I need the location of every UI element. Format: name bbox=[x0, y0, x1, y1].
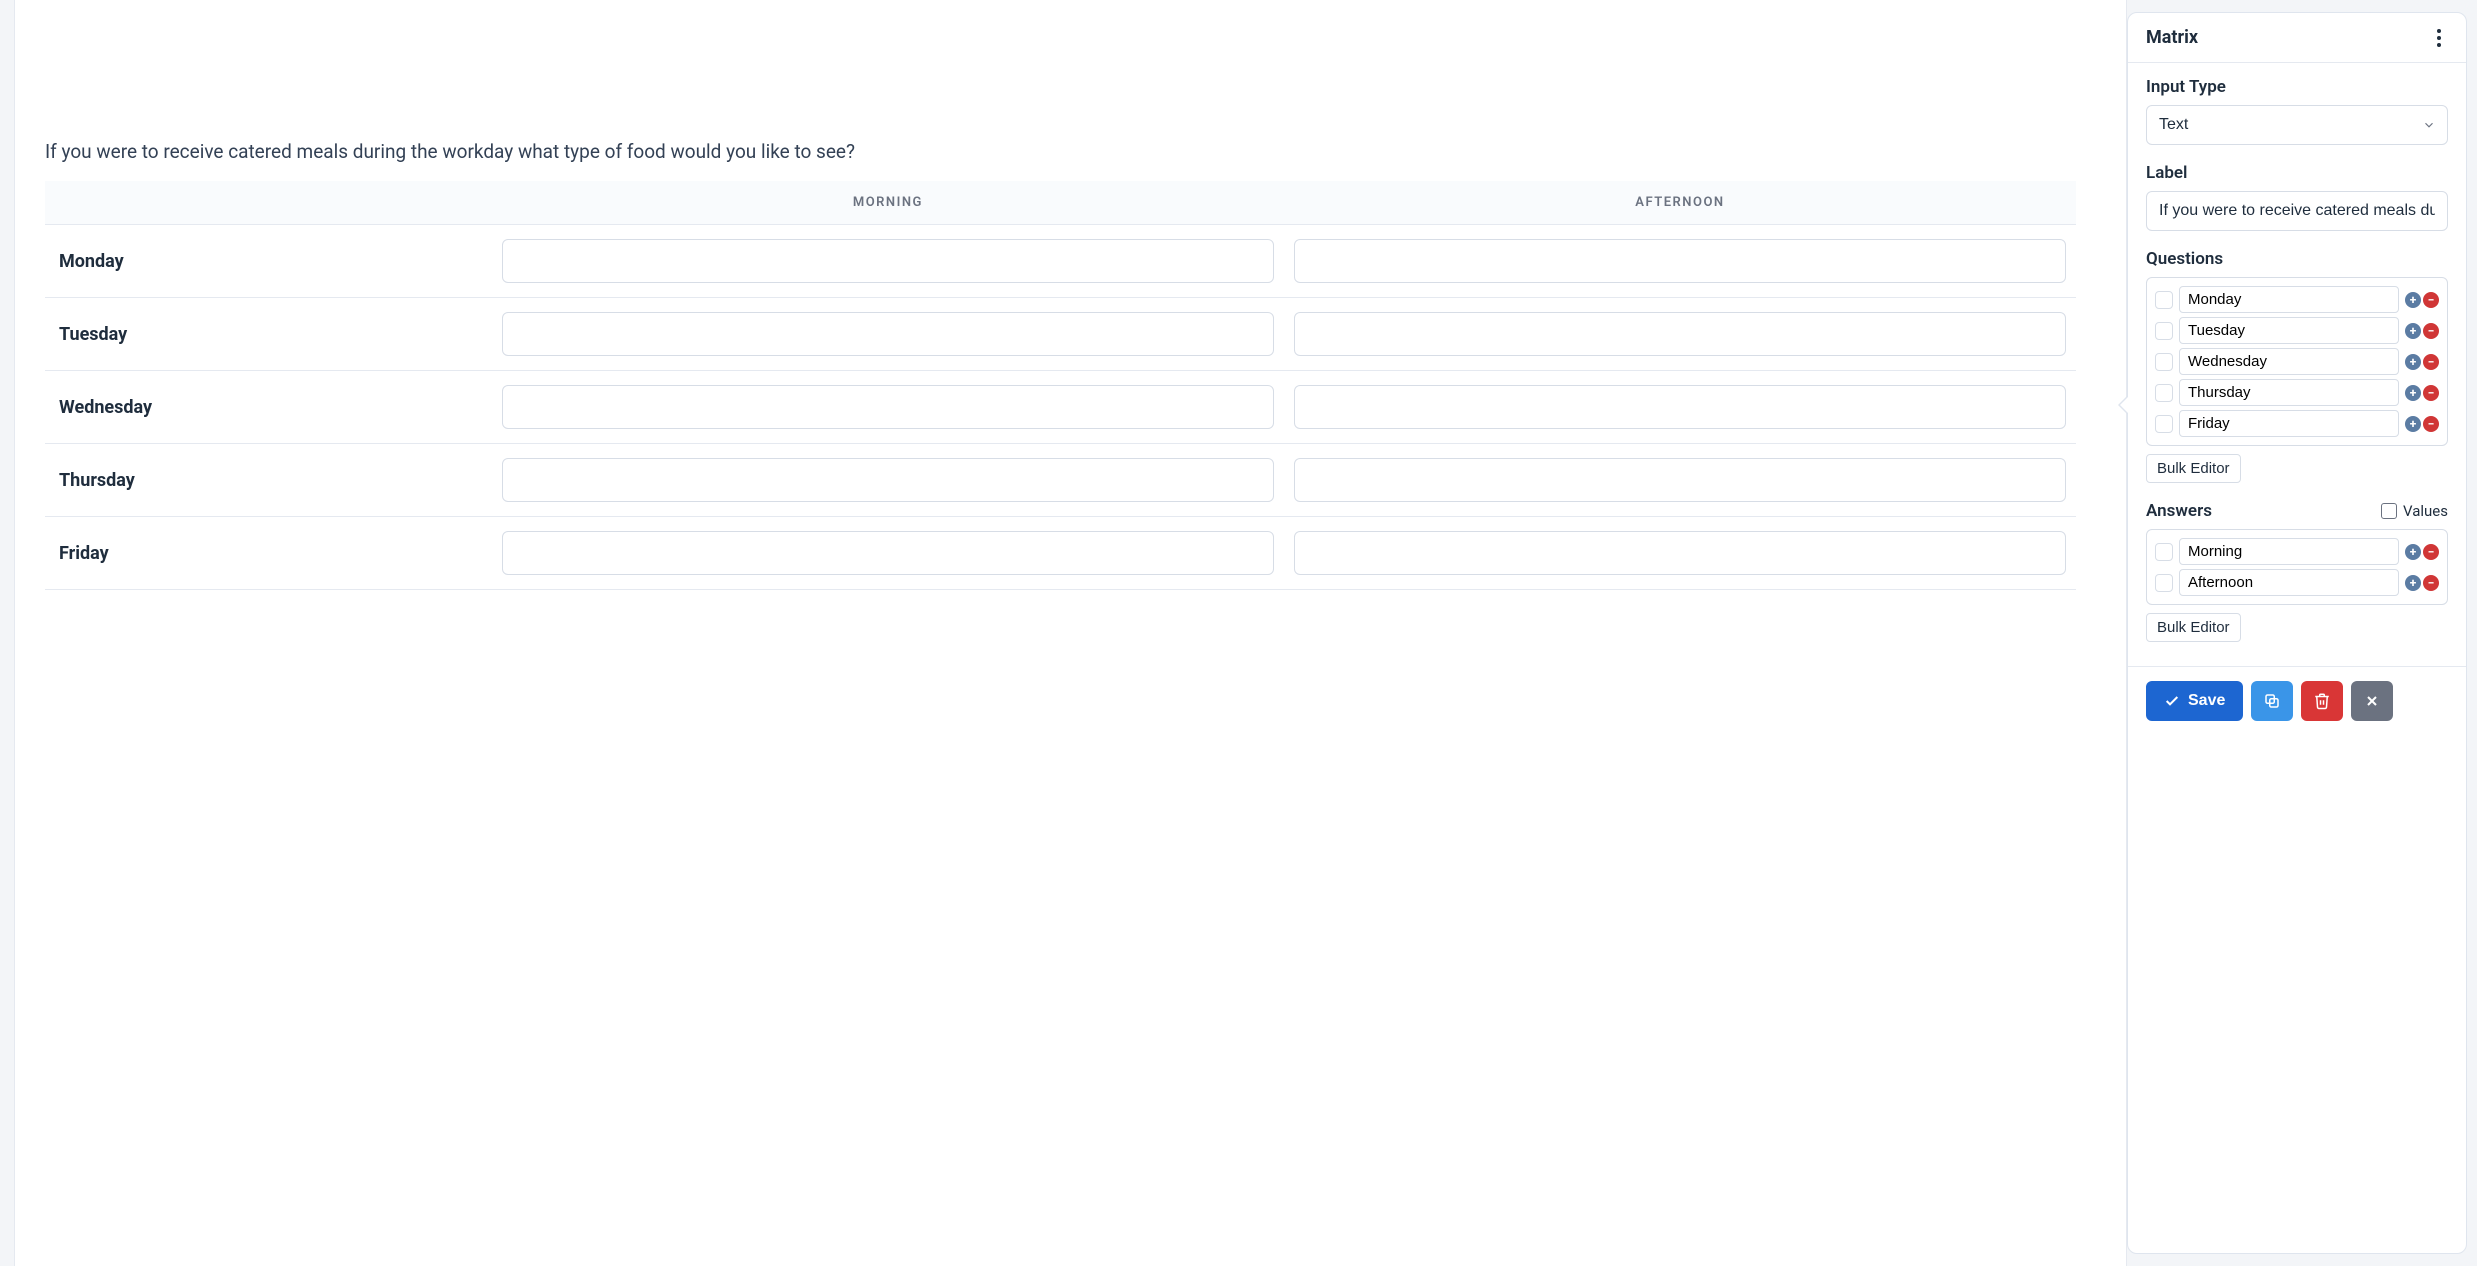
answers-section-label: Answers bbox=[2146, 501, 2212, 521]
matrix-corner-cell bbox=[45, 181, 492, 225]
question-label: If you were to receive catered meals dur… bbox=[45, 140, 2076, 163]
remove-row-icon[interactable]: − bbox=[2423, 544, 2439, 560]
panel-footer: Save bbox=[2128, 666, 2466, 739]
drag-handle[interactable] bbox=[2155, 353, 2173, 371]
add-row-icon[interactable]: + bbox=[2405, 292, 2421, 308]
matrix-cell-input[interactable] bbox=[1294, 239, 2066, 283]
matrix-cell-input[interactable] bbox=[502, 239, 1274, 283]
question-input[interactable] bbox=[2179, 317, 2399, 344]
matrix-cell-input[interactable] bbox=[502, 312, 1274, 356]
values-label: Values bbox=[2403, 502, 2448, 520]
remove-row-icon[interactable]: − bbox=[2423, 575, 2439, 591]
panel-header: Matrix bbox=[2128, 13, 2466, 63]
save-button-label: Save bbox=[2188, 692, 2225, 710]
copy-icon bbox=[2263, 692, 2281, 710]
delete-button[interactable] bbox=[2301, 681, 2343, 721]
input-type-value[interactable]: Text bbox=[2146, 105, 2448, 145]
matrix-row: Monday bbox=[45, 225, 2076, 298]
matrix-col-header: AFTERNOON bbox=[1284, 181, 2076, 225]
questions-section-label: Questions bbox=[2146, 249, 2448, 269]
drag-handle[interactable] bbox=[2155, 543, 2173, 561]
drag-handle[interactable] bbox=[2155, 384, 2173, 402]
values-checkbox[interactable] bbox=[2381, 503, 2397, 519]
matrix-row-label: Friday bbox=[45, 517, 492, 590]
answers-list: +−+− bbox=[2146, 529, 2448, 605]
remove-row-icon[interactable]: − bbox=[2423, 292, 2439, 308]
drag-handle[interactable] bbox=[2155, 322, 2173, 340]
add-row-icon[interactable]: + bbox=[2405, 575, 2421, 591]
input-type-label: Input Type bbox=[2146, 77, 2448, 97]
add-row-icon[interactable]: + bbox=[2405, 544, 2421, 560]
question-row: +− bbox=[2155, 286, 2439, 313]
answers-bulk-editor-button[interactable]: Bulk Editor bbox=[2146, 613, 2241, 642]
answer-input[interactable] bbox=[2179, 569, 2399, 596]
input-type-select[interactable]: Text bbox=[2146, 105, 2448, 145]
question-row: +− bbox=[2155, 348, 2439, 375]
matrix-cell-input[interactable] bbox=[1294, 458, 2066, 502]
matrix-cell-input[interactable] bbox=[502, 458, 1274, 502]
panel-title: Matrix bbox=[2146, 27, 2198, 48]
add-row-icon[interactable]: + bbox=[2405, 354, 2421, 370]
properties-panel: Matrix Input Type Text Label Questions +… bbox=[2127, 12, 2467, 1254]
answer-row: +− bbox=[2155, 538, 2439, 565]
matrix-col-header: MORNING bbox=[492, 181, 1284, 225]
add-row-icon[interactable]: + bbox=[2405, 385, 2421, 401]
drag-handle[interactable] bbox=[2155, 415, 2173, 433]
matrix-cell-input[interactable] bbox=[1294, 312, 2066, 356]
answer-row: +− bbox=[2155, 569, 2439, 596]
matrix-table: MORNING AFTERNOON MondayTuesdayWednesday… bbox=[45, 181, 2076, 590]
matrix-row: Friday bbox=[45, 517, 2076, 590]
check-icon bbox=[2164, 693, 2180, 709]
remove-row-icon[interactable]: − bbox=[2423, 416, 2439, 432]
matrix-row-label: Tuesday bbox=[45, 298, 492, 371]
matrix-row-label: Monday bbox=[45, 225, 492, 298]
question-row: +− bbox=[2155, 317, 2439, 344]
question-row: +− bbox=[2155, 379, 2439, 406]
form-canvas: If you were to receive catered meals dur… bbox=[14, 0, 2127, 1266]
values-toggle[interactable]: Values bbox=[2381, 502, 2448, 520]
matrix-row: Wednesday bbox=[45, 371, 2076, 444]
matrix-cell-input[interactable] bbox=[502, 385, 1274, 429]
more-options-icon[interactable] bbox=[2430, 29, 2448, 47]
drag-handle[interactable] bbox=[2155, 574, 2173, 592]
remove-row-icon[interactable]: − bbox=[2423, 385, 2439, 401]
question-input[interactable] bbox=[2179, 379, 2399, 406]
duplicate-button[interactable] bbox=[2251, 681, 2293, 721]
questions-bulk-editor-button[interactable]: Bulk Editor bbox=[2146, 454, 2241, 483]
question-input[interactable] bbox=[2179, 410, 2399, 437]
matrix-question-block: If you were to receive catered meals dur… bbox=[45, 140, 2076, 590]
matrix-cell-input[interactable] bbox=[1294, 385, 2066, 429]
question-input[interactable] bbox=[2179, 286, 2399, 313]
matrix-row-label: Thursday bbox=[45, 444, 492, 517]
remove-row-icon[interactable]: − bbox=[2423, 354, 2439, 370]
label-input[interactable] bbox=[2146, 191, 2448, 231]
drag-handle[interactable] bbox=[2155, 291, 2173, 309]
matrix-row-label: Wednesday bbox=[45, 371, 492, 444]
add-row-icon[interactable]: + bbox=[2405, 323, 2421, 339]
answer-input[interactable] bbox=[2179, 538, 2399, 565]
add-row-icon[interactable]: + bbox=[2405, 416, 2421, 432]
save-button[interactable]: Save bbox=[2146, 681, 2243, 721]
matrix-row: Thursday bbox=[45, 444, 2076, 517]
panel-body: Input Type Text Label Questions +−+−+−+−… bbox=[2128, 63, 2466, 666]
label-field-label: Label bbox=[2146, 163, 2448, 183]
close-button[interactable] bbox=[2351, 681, 2393, 721]
close-icon bbox=[2364, 693, 2380, 709]
matrix-row: Tuesday bbox=[45, 298, 2076, 371]
matrix-cell-input[interactable] bbox=[1294, 531, 2066, 575]
remove-row-icon[interactable]: − bbox=[2423, 323, 2439, 339]
trash-icon bbox=[2313, 692, 2331, 710]
matrix-cell-input[interactable] bbox=[502, 531, 1274, 575]
questions-list: +−+−+−+−+− bbox=[2146, 277, 2448, 446]
question-row: +− bbox=[2155, 410, 2439, 437]
question-input[interactable] bbox=[2179, 348, 2399, 375]
